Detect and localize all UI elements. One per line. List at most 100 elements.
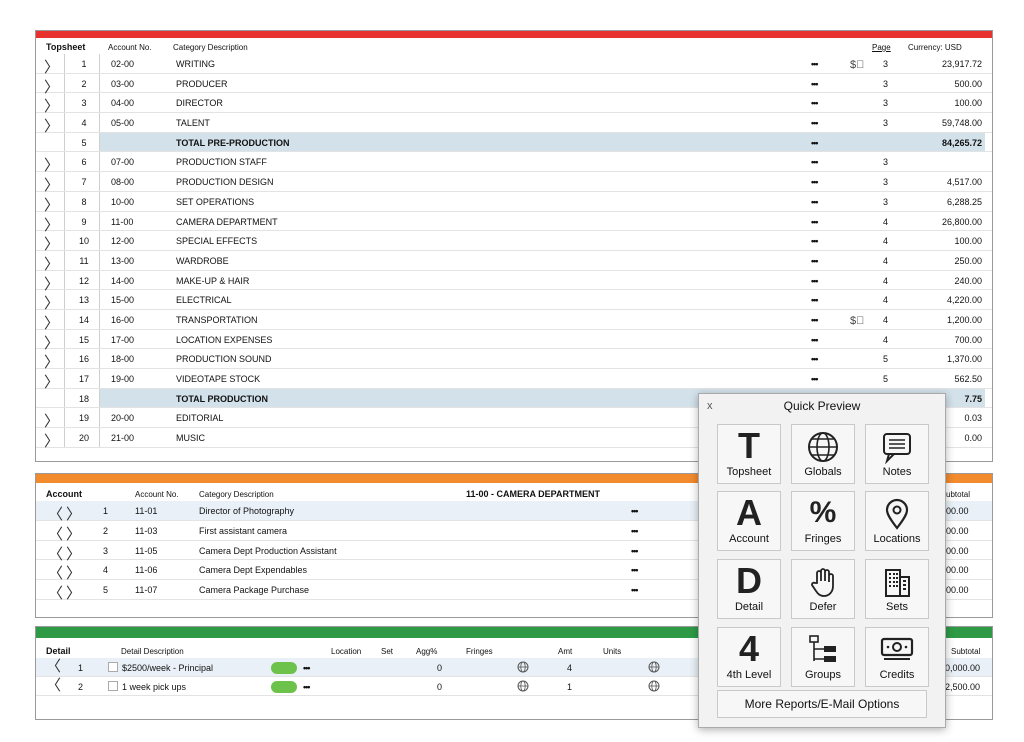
category-description[interactable]: Camera Package Purchase <box>199 585 309 595</box>
detail-col-fringes-header[interactable]: Fringes <box>466 647 493 656</box>
globe-icon[interactable] <box>648 680 660 694</box>
table-row[interactable]: 〉 14 16-00 TRANSPORTATION ••• $⃝ 4 1,200.00 <box>36 309 992 332</box>
category-description[interactable]: Camera Dept Production Assistant <box>199 546 337 556</box>
tile-detail[interactable]: D Detail <box>717 559 781 619</box>
detail-col-set-header[interactable]: Set <box>381 647 393 656</box>
more-reports-button[interactable]: More Reports/E-Mail Options <box>717 690 927 718</box>
table-row[interactable]: 〉 8 10-00 SET OPERATIONS ••• 3 6,288.25 <box>36 191 992 214</box>
more-options-dots[interactable]: ••• <box>631 546 639 556</box>
col-desc-header[interactable]: Category Description <box>173 43 248 52</box>
more-options-dots[interactable]: ••• <box>811 138 819 148</box>
more-options-dots[interactable]: ••• <box>811 197 819 207</box>
globe-icon[interactable] <box>517 661 529 675</box>
table-row[interactable]: 〉 17 19-00 VIDEOTAPE STOCK ••• 5 562.50 <box>36 369 992 391</box>
more-options-dots[interactable]: ••• <box>303 682 311 692</box>
row-checkbox[interactable] <box>108 662 118 672</box>
tile-defer[interactable]: Defer <box>791 559 855 619</box>
tile-account[interactable]: A Account <box>717 491 781 551</box>
tile-notes[interactable]: Notes <box>865 424 929 484</box>
tile-locations[interactable]: Locations <box>865 491 929 551</box>
more-options-dots[interactable]: ••• <box>631 506 639 516</box>
tile-sets[interactable]: Sets <box>865 559 929 619</box>
detail-col-subtotal-header[interactable]: Subtotal <box>951 647 980 656</box>
total-row[interactable]: 5 TOTAL PRE-PRODUCTION ••• 84,265.72 <box>36 132 992 153</box>
more-options-dots[interactable]: ••• <box>811 59 819 69</box>
table-row[interactable]: 〉 15 17-00 LOCATION EXPENSES ••• 4 700.00 <box>36 329 992 352</box>
detail-col-amt-header[interactable]: Amt <box>558 647 572 656</box>
table-row[interactable]: 〉 2 03-00 PRODUCER ••• 3 500.00 <box>36 73 992 96</box>
more-options-dots[interactable]: ••• <box>631 526 639 536</box>
col-account-header[interactable]: Account No. <box>108 43 152 52</box>
chevron-left-icon[interactable]: 〈 <box>48 585 63 602</box>
globe-icon[interactable] <box>517 680 529 694</box>
chevron-left-icon[interactable]: 〈 <box>46 677 61 694</box>
more-options-dots[interactable]: ••• <box>811 177 819 187</box>
tile-fringes[interactable]: % Fringes <box>791 491 855 551</box>
col-currency-header[interactable]: Currency: USD <box>908 43 962 52</box>
more-options-dots[interactable]: ••• <box>811 79 819 89</box>
more-options-dots[interactable]: ••• <box>303 663 311 673</box>
more-options-dots[interactable]: ••• <box>811 276 819 286</box>
status-toggle[interactable] <box>271 662 297 674</box>
category-description: PRODUCTION SOUND <box>176 354 272 365</box>
detail-col-agg-header[interactable]: Agg% <box>416 647 437 656</box>
table-row[interactable]: 〉 3 04-00 DIRECTOR ••• 3 100.00 <box>36 93 992 115</box>
more-options-dots[interactable]: ••• <box>811 236 819 246</box>
tile-groups[interactable]: Groups <box>791 627 855 687</box>
more-options-dots[interactable]: ••• <box>811 335 819 345</box>
tile-credits[interactable]: Credits <box>865 627 929 687</box>
more-options-dots[interactable]: ••• <box>811 118 819 128</box>
account-col-account-header[interactable]: Account No. <box>135 490 179 499</box>
status-toggle[interactable] <box>271 681 297 693</box>
table-row[interactable]: 〉 11 13-00 WARDROBE ••• 4 250.00 <box>36 250 992 273</box>
row-checkbox[interactable] <box>108 681 118 691</box>
globe-icon[interactable] <box>648 661 660 675</box>
row-number: 6 <box>81 157 87 168</box>
category-description[interactable]: Camera Dept Expendables <box>199 565 307 575</box>
more-options-dots[interactable]: ••• <box>811 98 819 108</box>
detail-col-desc-header[interactable]: Detail Description <box>121 647 184 656</box>
account-number: 19-00 <box>111 374 135 384</box>
currency-exchange-icon[interactable]: $⃝ <box>850 59 864 71</box>
detail-description[interactable]: $2500/week - Principal <box>122 663 213 673</box>
more-options-dots[interactable]: ••• <box>811 217 819 227</box>
chevron-left-icon[interactable]: 〈 <box>46 658 61 675</box>
tile-topsheet[interactable]: T Topsheet <box>717 424 781 484</box>
account-col-subtotal-header[interactable]: ubtotal <box>946 490 970 499</box>
more-options-dots[interactable]: ••• <box>811 374 819 384</box>
table-row[interactable]: 〉 9 11-00 CAMERA DEPARTMENT ••• 4 26,800.00 <box>36 211 992 234</box>
table-row[interactable]: 〉 6 07-00 PRODUCTION STAFF ••• 3 <box>36 152 992 174</box>
category-description: ELECTRICAL <box>176 295 232 306</box>
tile-4th-level[interactable]: 4 4th Level <box>717 627 781 687</box>
amount: 1 <box>567 682 573 692</box>
table-row[interactable]: 〉 4 05-00 TALENT ••• 3 59,748.00 <box>36 113 992 135</box>
more-options-dots[interactable]: ••• <box>811 157 819 167</box>
detail-col-location-header[interactable]: Location <box>331 647 361 656</box>
table-row[interactable]: 〉 12 14-00 MAKE-UP & HAIR ••• 4 240.00 <box>36 270 992 293</box>
more-options-dots[interactable]: ••• <box>631 565 639 575</box>
more-options-dots[interactable]: ••• <box>811 256 819 266</box>
account-col-desc-header[interactable]: Category Description <box>199 490 274 499</box>
table-row[interactable]: 〉 1 02-00 WRITING ••• $⃝ 3 23,917.72 <box>36 54 992 76</box>
more-options-dots[interactable]: ••• <box>811 295 819 305</box>
more-options-dots[interactable]: ••• <box>811 354 819 364</box>
table-row[interactable]: 〉 13 15-00 ELECTRICAL ••• 4 4,220.00 <box>36 290 992 312</box>
category-description: CAMERA DEPARTMENT <box>176 216 278 227</box>
account-number: 13-00 <box>111 255 135 266</box>
tile-globals[interactable]: Globals <box>791 424 855 484</box>
category-description[interactable]: First assistant camera <box>199 526 287 536</box>
table-row[interactable]: 〉 7 08-00 PRODUCTION DESIGN ••• 3 4,517.00 <box>36 172 992 194</box>
category-description[interactable]: Director of Photography <box>199 506 294 516</box>
chevron-right-icon[interactable]: 〉 <box>44 433 59 450</box>
more-options-dots[interactable]: ••• <box>631 585 639 595</box>
table-row[interactable]: 〉 16 18-00 PRODUCTION SOUND ••• 5 1,370.00 <box>36 349 992 371</box>
row-number: 2 <box>78 682 84 692</box>
amount: 562.50 <box>954 374 982 384</box>
detail-col-units-header[interactable]: Units <box>603 647 621 656</box>
detail-description[interactable]: 1 week pick ups <box>122 682 186 692</box>
col-page-header[interactable]: Page <box>872 43 891 52</box>
currency-exchange-icon[interactable]: $⃝ <box>850 315 864 327</box>
chevron-right-icon[interactable]: 〉 <box>66 585 81 602</box>
more-options-dots[interactable]: ••• <box>811 315 819 325</box>
table-row[interactable]: 〉 10 12-00 SPECIAL EFFECTS ••• 4 100.00 <box>36 231 992 253</box>
